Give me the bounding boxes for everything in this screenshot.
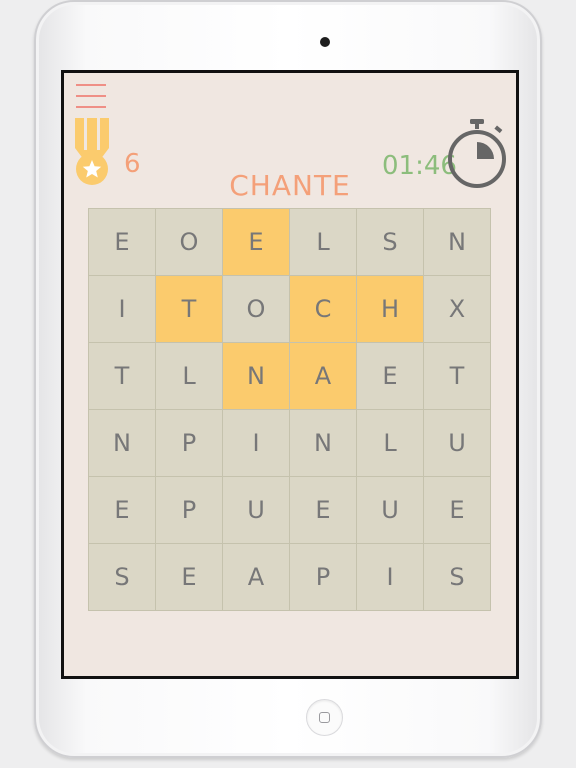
letter-tile[interactable]: E xyxy=(89,477,155,543)
letter-tile[interactable]: L xyxy=(290,209,356,275)
letter-tile[interactable]: E xyxy=(89,209,155,275)
letter-tile[interactable]: N xyxy=(290,410,356,476)
letter-tile[interactable]: S xyxy=(357,209,423,275)
letter-tile[interactable]: E xyxy=(290,477,356,543)
letter-tile[interactable]: A xyxy=(290,343,356,409)
letter-tile[interactable]: E xyxy=(357,343,423,409)
letter-tile[interactable]: C xyxy=(290,276,356,342)
letter-tile[interactable]: T xyxy=(424,343,490,409)
letter-tile[interactable]: U xyxy=(424,410,490,476)
letter-tile[interactable]: T xyxy=(156,276,222,342)
letter-tile[interactable]: L xyxy=(357,410,423,476)
game-screen: 6 CHANTE 01:46 EOELSNITOCHXTLNAETNPINLUE… xyxy=(64,73,516,676)
letter-tile[interactable]: H xyxy=(357,276,423,342)
hamburger-menu-icon[interactable] xyxy=(76,84,106,108)
letter-tile[interactable]: S xyxy=(424,544,490,610)
letter-tile[interactable]: N xyxy=(89,410,155,476)
letter-tile[interactable]: I xyxy=(223,410,289,476)
letter-tile[interactable]: I xyxy=(357,544,423,610)
letter-tile[interactable]: E xyxy=(223,209,289,275)
letter-tile[interactable]: N xyxy=(424,209,490,275)
home-button[interactable] xyxy=(306,699,343,736)
stopwatch-elapsed-wedge xyxy=(477,142,494,159)
letter-tile[interactable]: U xyxy=(223,477,289,543)
letter-tile[interactable]: L xyxy=(156,343,222,409)
letter-tile[interactable]: S xyxy=(89,544,155,610)
letter-tile[interactable]: U xyxy=(357,477,423,543)
letter-tile[interactable]: P xyxy=(156,477,222,543)
camera xyxy=(320,37,330,47)
letter-tile[interactable]: N xyxy=(223,343,289,409)
home-square-icon xyxy=(319,712,330,723)
letter-tile[interactable]: E xyxy=(156,544,222,610)
letter-tile[interactable]: P xyxy=(156,410,222,476)
letter-tile[interactable]: O xyxy=(223,276,289,342)
letter-tile[interactable]: A xyxy=(223,544,289,610)
letter-tile[interactable]: I xyxy=(89,276,155,342)
letter-tile[interactable]: P xyxy=(290,544,356,610)
letter-tile[interactable]: T xyxy=(89,343,155,409)
letter-grid: EOELSNITOCHXTLNAETNPINLUEPUEUESEAPIS xyxy=(88,208,491,611)
letter-tile[interactable]: E xyxy=(424,477,490,543)
stopwatch-icon[interactable] xyxy=(446,117,508,189)
letter-tile[interactable]: X xyxy=(424,276,490,342)
screen: 6 CHANTE 01:46 EOELSNITOCHXTLNAETNPINLUE… xyxy=(61,70,519,679)
letter-tile[interactable]: O xyxy=(156,209,222,275)
